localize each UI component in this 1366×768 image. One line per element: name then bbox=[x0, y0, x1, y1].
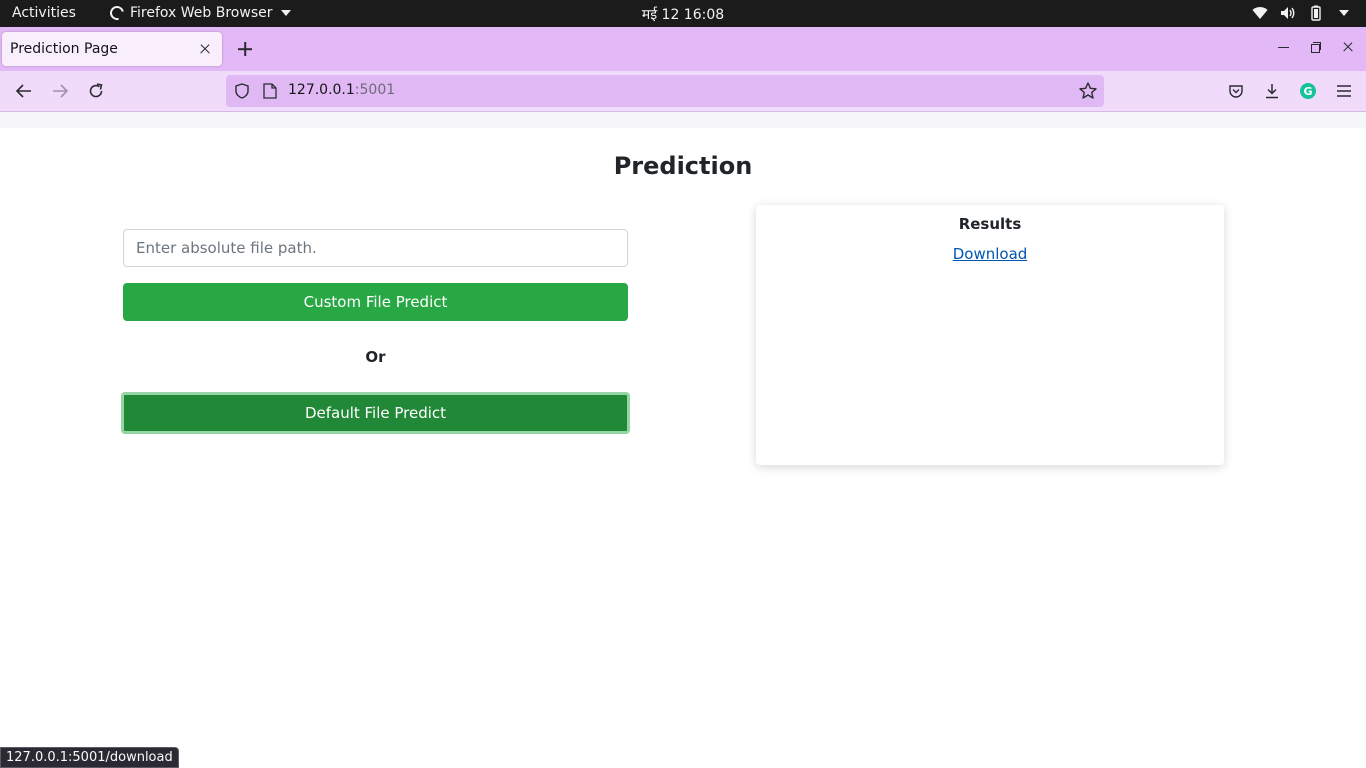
page-title: Prediction bbox=[613, 152, 753, 180]
navigation-bar: 127.0.0.1:5001 G bbox=[0, 71, 1366, 112]
results-card: Results Download bbox=[756, 205, 1224, 465]
firefox-icon bbox=[107, 3, 127, 23]
page-info-icon[interactable] bbox=[263, 83, 277, 99]
close-window-icon[interactable] bbox=[1342, 41, 1354, 53]
reload-button[interactable] bbox=[85, 80, 107, 102]
url-bar[interactable]: 127.0.0.1:5001 bbox=[226, 75, 1104, 107]
default-file-predict-button[interactable]: Default File Predict bbox=[121, 392, 630, 434]
tab-prediction-page[interactable]: Prediction Page bbox=[2, 32, 222, 66]
chevron-down-icon bbox=[1336, 5, 1352, 21]
bookmark-star-icon[interactable] bbox=[1078, 81, 1098, 101]
chevron-down-icon bbox=[280, 10, 291, 16]
wifi-icon bbox=[1252, 5, 1268, 21]
file-path-input[interactable] bbox=[123, 229, 628, 267]
volume-icon bbox=[1280, 5, 1296, 21]
or-separator: Or bbox=[365, 348, 386, 366]
custom-file-predict-button[interactable]: Custom File Predict bbox=[123, 283, 628, 321]
status-bar-url: 127.0.0.1:5001/download bbox=[0, 747, 179, 768]
window-controls bbox=[1278, 41, 1354, 53]
menu-button[interactable] bbox=[1334, 80, 1354, 102]
activities-button[interactable]: Activities bbox=[12, 5, 76, 21]
url-host: 127.0.0.1 bbox=[288, 82, 355, 98]
app-menu-label: Firefox Web Browser bbox=[130, 5, 273, 21]
forward-button[interactable] bbox=[49, 80, 71, 102]
grammarly-extension-button[interactable]: G bbox=[1298, 80, 1318, 102]
downloads-button[interactable] bbox=[1262, 80, 1282, 102]
reload-icon bbox=[89, 83, 103, 98]
page-top-strip bbox=[0, 112, 1366, 128]
restore-icon[interactable] bbox=[1310, 41, 1322, 53]
close-tab-icon[interactable] bbox=[198, 42, 212, 56]
hamburger-menu-icon bbox=[1337, 85, 1351, 97]
toolbar-right: G bbox=[1226, 80, 1354, 102]
url-text: 127.0.0.1:5001 bbox=[288, 82, 395, 98]
new-tab-button[interactable] bbox=[234, 38, 256, 60]
app-menu[interactable]: Firefox Web Browser bbox=[107, 3, 291, 23]
tab-strip: Prediction Page bbox=[0, 27, 1366, 71]
back-button[interactable] bbox=[13, 80, 35, 102]
download-icon bbox=[1266, 84, 1278, 99]
minimize-icon[interactable] bbox=[1278, 41, 1290, 53]
tab-title: Prediction Page bbox=[10, 41, 118, 57]
arrow-left-icon bbox=[16, 84, 31, 98]
download-link[interactable]: Download bbox=[756, 245, 1224, 263]
system-tray[interactable] bbox=[1252, 5, 1352, 21]
results-title: Results bbox=[958, 215, 1022, 233]
system-top-bar: Activities Firefox Web Browser मई 12 16:… bbox=[0, 0, 1366, 27]
pocket-button[interactable] bbox=[1226, 80, 1246, 102]
page-content: Prediction Custom File Predict Or Defaul… bbox=[0, 128, 1366, 768]
url-port: :5001 bbox=[354, 82, 396, 98]
arrow-right-icon bbox=[53, 84, 68, 98]
pocket-icon bbox=[1229, 85, 1243, 98]
shield-icon[interactable] bbox=[234, 83, 250, 99]
battery-icon bbox=[1308, 5, 1324, 21]
grammarly-icon: G bbox=[1300, 83, 1316, 99]
